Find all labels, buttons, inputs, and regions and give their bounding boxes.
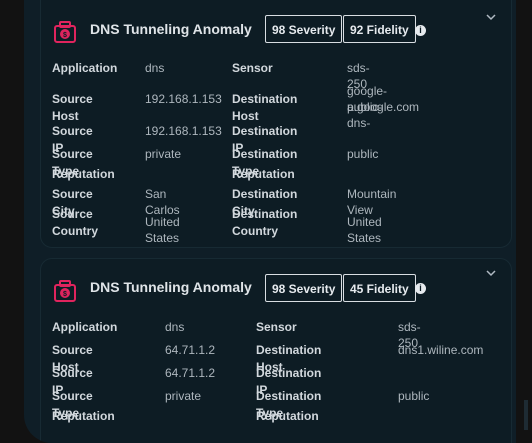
destination-reputation-label: Reputation [256,409,319,423]
source-country-label: Source [52,207,93,221]
source-ip-value: 64.71.1.2 [165,366,216,380]
source-host-value: 64.71.1.2 [165,343,216,357]
source-ip-value: 192.168.1.153 [145,124,222,138]
destination-host-label: Destination Host [232,92,298,123]
alert-title: DNS Tunneling Anomaly [90,21,252,37]
fidelity-badge: 45 Fidelity [343,274,416,302]
scrollbar[interactable] [516,0,532,443]
alert-camera-icon: $ [53,279,77,303]
application-value: dns [165,320,185,334]
source-country-value: United States [145,215,180,245]
destination-type-value: public [347,147,379,161]
severity-badge: 98 Severity [265,274,343,302]
destination-reputation-label: Reputation [232,167,295,181]
destination-host-value: dns1.wiline.com [398,343,484,357]
alert-title: DNS Tunneling Anomaly [90,279,252,295]
alert-card[interactable]: $ DNS Tunneling Anomaly 98 Severity 92 F… [40,0,512,248]
sensor-label: Sensor [256,320,297,334]
destination-country-value: United States [347,215,382,245]
destination-type-value: public [398,389,430,403]
destination-country-label: Destination [232,207,298,221]
chevron-down-icon[interactable] [485,11,497,23]
chevron-down-icon[interactable] [485,267,497,279]
source-host-label: Source Host [52,92,93,123]
fidelity-badge: 92 Fidelity [343,15,416,43]
source-host-value: 192.168.1.153 [145,92,222,106]
application-value: dns [145,61,165,75]
info-icon[interactable]: i [415,283,426,294]
destination-country-label-2: Country [232,224,278,238]
alert-camera-icon: $ [53,20,77,44]
source-reputation-label: Reputation [52,167,115,181]
application-label: Application [52,320,118,334]
svg-text:$: $ [63,32,67,39]
info-icon[interactable]: i [415,25,426,36]
sensor-label: Sensor [232,61,273,75]
svg-text:$: $ [63,291,67,298]
destination-host-value-line2: a.google.com [347,100,420,114]
scrollbar-thumb[interactable] [524,400,528,430]
application-label: Application [52,61,118,75]
alerts-panel: $ DNS Tunneling Anomaly 98 Severity 92 F… [24,0,516,443]
severity-badge: 98 Severity [265,15,343,43]
source-country-label-2: Country [52,224,98,238]
source-type-value: private [145,147,182,161]
alert-card[interactable]: $ DNS Tunneling Anomaly 98 Severity 45 F… [40,258,512,443]
source-type-value: private [165,389,202,403]
source-reputation-label: Reputation [52,409,115,423]
